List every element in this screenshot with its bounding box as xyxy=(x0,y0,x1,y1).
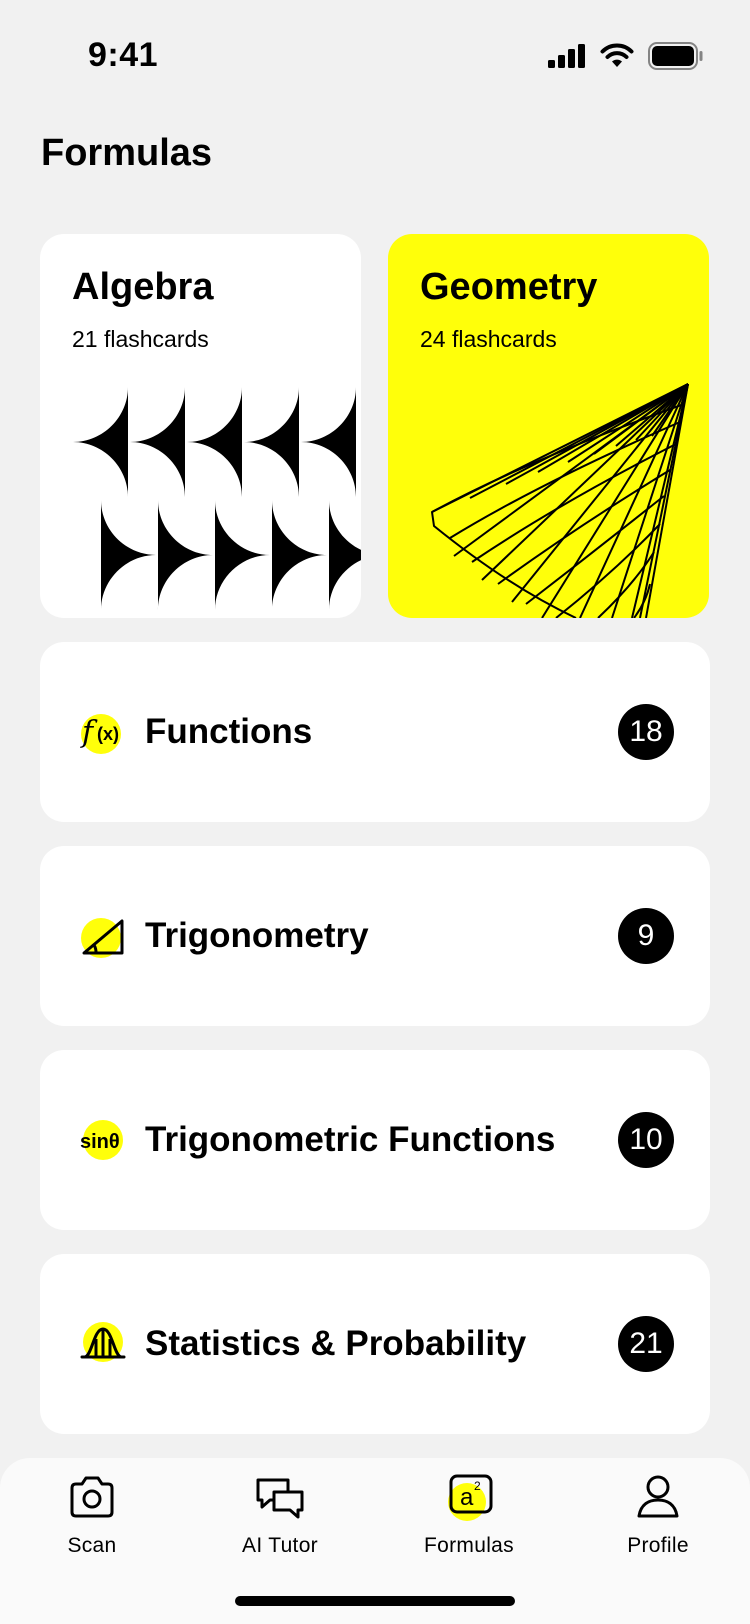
svg-text:sinθ: sinθ xyxy=(80,1131,120,1153)
topic-card-trigonometry[interactable]: Trigonometry 9 xyxy=(40,846,710,1026)
status-time: 9:41 xyxy=(88,36,159,74)
topic-card-trigonometric-functions[interactable]: sinθ Trigonometric Functions 10 xyxy=(40,1050,710,1230)
tab-label: AI Tutor xyxy=(242,1534,318,1557)
page-title: Formulas xyxy=(41,132,213,174)
topic-count-badge: 9 xyxy=(618,908,674,964)
right-triangle-icon xyxy=(80,913,126,959)
profile-icon xyxy=(637,1475,679,1518)
battery-icon xyxy=(648,42,703,70)
tab-label: Profile xyxy=(627,1534,689,1557)
topic-label: Trigonometry xyxy=(145,916,369,955)
status-icons xyxy=(548,42,704,70)
svg-text:(x): (x) xyxy=(97,724,119,744)
topic-card-statistics-probability[interactable]: Statistics & Probability 21 xyxy=(40,1254,710,1434)
tab-label: Formulas xyxy=(424,1534,514,1557)
cellular-signal-icon xyxy=(548,44,585,68)
topic-count-badge: 10 xyxy=(618,1112,674,1168)
algebra-title: Algebra xyxy=(72,266,214,308)
sine-icon: sinθ xyxy=(80,1117,126,1163)
formula-icon: a 2 xyxy=(448,1474,493,1521)
tab-label: Scan xyxy=(67,1534,117,1557)
tab-scan[interactable]: Scan xyxy=(22,1472,162,1558)
status-bar: 9:41 xyxy=(0,0,750,110)
topic-label: Statistics & Probability xyxy=(145,1324,527,1363)
geometry-flashcard-count: 24 flashcards xyxy=(420,326,557,352)
algebra-card[interactable]: Algebra 21 flashcards xyxy=(40,234,361,618)
topic-card-functions[interactable]: f (x) Functions 18 xyxy=(40,642,710,822)
topic-label: Trigonometric Functions xyxy=(145,1120,556,1159)
topic-count-badge: 21 xyxy=(618,1316,674,1372)
bell-curve-icon xyxy=(80,1321,126,1367)
chat-bubbles-icon xyxy=(256,1478,304,1519)
geometry-title: Geometry xyxy=(420,266,598,308)
topic-count-badge: 18 xyxy=(618,704,674,760)
wifi-icon xyxy=(600,43,634,67)
tab-ai-tutor[interactable]: AI Tutor xyxy=(210,1472,350,1558)
topic-label: Functions xyxy=(145,712,313,751)
tab-profile[interactable]: Profile xyxy=(588,1472,728,1558)
home-indicator xyxy=(235,1596,515,1606)
tab-formulas[interactable]: a 2 Formulas xyxy=(399,1472,539,1558)
svg-text:a: a xyxy=(460,1484,474,1511)
geometry-card[interactable]: Geometry 24 flashcards xyxy=(388,234,709,618)
function-icon: f (x) xyxy=(80,709,126,755)
camera-icon xyxy=(70,1476,114,1518)
algebra-flashcard-count: 21 flashcards xyxy=(72,326,209,352)
svg-text:2: 2 xyxy=(474,1479,481,1493)
